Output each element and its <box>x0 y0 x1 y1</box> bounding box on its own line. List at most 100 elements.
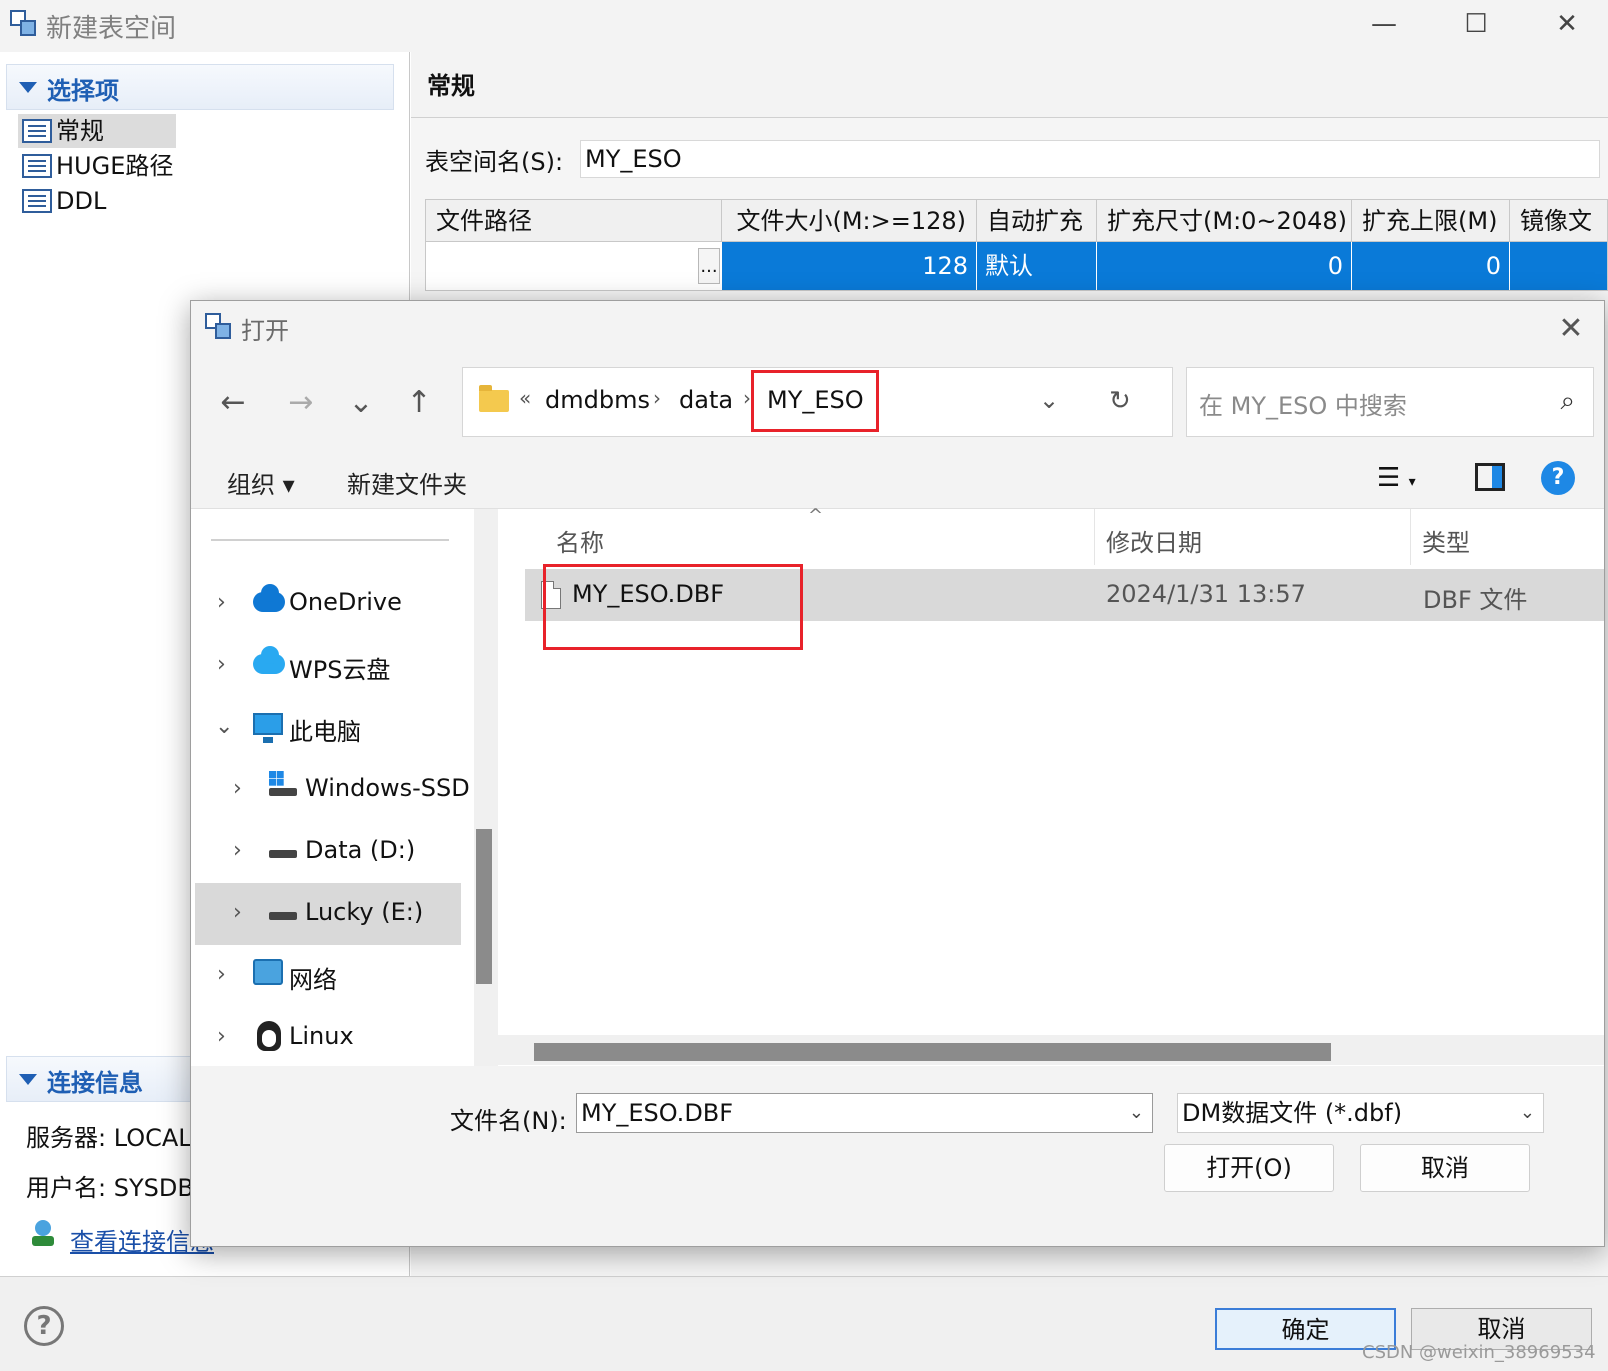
preview-pane-icon[interactable] <box>1475 463 1505 491</box>
list-icon <box>22 119 52 143</box>
column-header-date[interactable]: 修改日期 <box>1106 523 1202 558</box>
windows-drive-icon <box>269 788 297 796</box>
red-highlight-box <box>543 564 803 650</box>
tree-item-label: 网络 <box>289 966 337 994</box>
tree-item-wps-cloud[interactable]: › WPS云盘 <box>195 635 461 697</box>
open-dialog: 打开 ✕ ← → ⌄ ↑ « dmdbms › data › MY_ESO ⌄ … <box>190 300 1605 1247</box>
grid-cell-path[interactable] <box>426 242 721 290</box>
nav-item-label: HUGE路径 <box>56 152 174 180</box>
grid-header-ext-limit[interactable]: 扩充上限(M) <box>1352 200 1510 242</box>
grid-cell-mirror[interactable] <box>1510 242 1607 290</box>
help-icon[interactable]: ? <box>24 1306 64 1346</box>
address-bar[interactable]: « dmdbms › data › MY_ESO ⌄ ↻ <box>462 367 1173 437</box>
grid-cell-size[interactable]: 128 <box>722 242 977 290</box>
chevron-right-icon[interactable]: › <box>233 838 242 863</box>
column-header-type[interactable]: 类型 <box>1422 523 1470 558</box>
chevron-right-icon[interactable]: › <box>217 652 226 677</box>
tree-item-label: OneDrive <box>289 588 402 616</box>
tablespace-name-label: 表空间名(S): <box>425 148 564 176</box>
address-dropdown-icon[interactable]: ⌄ <box>1039 386 1059 414</box>
dialog-close-button[interactable]: ✕ <box>1549 307 1593 351</box>
grid-cell-ext-size[interactable]: 0 <box>1097 242 1352 290</box>
breadcrumb-overflow[interactable]: « <box>519 386 531 410</box>
chevron-down-icon[interactable]: ⌄ <box>215 714 233 739</box>
tree-item-windows-ssd[interactable]: › Windows-SSD <box>195 759 470 821</box>
grid-cell-ext-limit[interactable]: 0 <box>1352 242 1510 290</box>
grid-header-ext-size[interactable]: 扩充尺寸(M:0~2048) <box>1097 200 1352 242</box>
chevron-right-icon[interactable]: › <box>217 1024 226 1049</box>
nav-item-ddl[interactable]: DDL <box>18 184 176 218</box>
chevron-down-icon[interactable]: ⌄ <box>1129 1094 1144 1132</box>
tree-item-linux[interactable]: › Linux <box>195 1007 461 1066</box>
open-button[interactable]: 打开(O) <box>1164 1144 1334 1192</box>
computer-icon <box>253 713 283 743</box>
forward-arrow-icon[interactable]: → <box>279 379 323 427</box>
nav-item-general[interactable]: 常规 <box>18 114 176 148</box>
tree-item-label: Data (D:) <box>305 836 416 864</box>
back-arrow-icon[interactable]: ← <box>211 379 255 427</box>
file-date: 2024/1/31 13:57 <box>1106 580 1306 608</box>
grid-cell-auto[interactable]: 默认 <box>977 242 1097 290</box>
column-header-name[interactable]: 名称 <box>556 523 604 558</box>
general-header-label: 常规 <box>427 72 475 100</box>
sort-caret-icon: ^ <box>808 505 824 526</box>
filename-value: MY_ESO.DBF <box>581 1099 734 1127</box>
chevron-right-icon[interactable]: › <box>233 900 242 925</box>
horizontal-scrollbar[interactable] <box>498 1035 1604 1065</box>
datafile-grid: 文件路径 文件大小(M:>=128) 自动扩充 扩充尺寸(M:0~2048) 扩… <box>425 199 1608 291</box>
chevron-right-icon[interactable]: › <box>217 590 226 615</box>
chevron-down-icon[interactable]: ⌄ <box>1520 1094 1535 1132</box>
tree-item-label: Lucky (E:) <box>305 898 424 926</box>
column-separator[interactable] <box>1410 509 1411 565</box>
grid-header-path[interactable]: 文件路径 <box>426 200 722 242</box>
tree-scrollbar[interactable] <box>474 509 498 1066</box>
tree-item-label: Linux <box>289 1022 354 1050</box>
dialog-cancel-button[interactable]: 取消 <box>1360 1144 1530 1192</box>
grid-header-size[interactable]: 文件大小(M:>=128) <box>722 200 977 242</box>
chevron-right-icon[interactable]: › <box>233 776 242 801</box>
breadcrumb-dmdbms[interactable]: dmdbms <box>545 386 650 414</box>
breadcrumb-data[interactable]: data <box>679 386 733 414</box>
tree-item-this-pc[interactable]: ⌄ 此电脑 <box>195 697 461 759</box>
network-icon <box>253 959 283 985</box>
scrollbar-thumb[interactable] <box>476 829 492 984</box>
maximize-button[interactable]: ☐ <box>1454 6 1498 42</box>
tree-item-network[interactable]: › 网络 <box>195 945 461 1007</box>
up-arrow-icon[interactable]: ↑ <box>397 379 441 427</box>
options-section-header[interactable]: 选择项 <box>6 64 394 110</box>
chevron-right-icon[interactable]: › <box>217 962 226 987</box>
wps-cloud-icon <box>253 646 285 674</box>
tree-item-lucky-e[interactable]: › Lucky (E:) <box>195 883 461 945</box>
scrollbar-thumb[interactable] <box>534 1043 1331 1061</box>
minimize-button[interactable]: — <box>1362 6 1406 42</box>
search-box[interactable]: 在 MY_ESO 中搜索 ⌕ <box>1186 367 1594 437</box>
filetype-select[interactable]: DM数据文件 (*.dbf) ⌄ <box>1177 1093 1544 1133</box>
dialog-bottom: 文件名(N): MY_ESO.DBF ⌄ DM数据文件 (*.dbf) ⌄ 打开… <box>191 1066 1604 1246</box>
nav-item-huge-path[interactable]: HUGE路径 <box>18 149 176 183</box>
view-options-icon[interactable]: ☰ ▾ <box>1377 463 1416 493</box>
watermark: CSDN @weixin_38969534 <box>1362 1342 1596 1363</box>
filetype-value: DM数据文件 (*.dbf) <box>1182 1099 1403 1127</box>
column-separator[interactable] <box>1094 509 1095 565</box>
help-icon[interactable]: ? <box>1541 461 1575 495</box>
dialog-toolbar: 组织 ▾ 新建文件夹 ☰ ▾ ? <box>191 449 1604 509</box>
grid-header-mirror[interactable]: 镜像文 <box>1510 200 1607 242</box>
dialog-titlebar: 打开 ✕ <box>191 301 1604 357</box>
dialog-title: 打开 <box>241 317 289 345</box>
refresh-icon[interactable]: ↻ <box>1109 386 1131 416</box>
close-button[interactable]: ✕ <box>1545 6 1589 42</box>
tree-item-data-d[interactable]: › Data (D:) <box>195 821 461 883</box>
grid-header-auto[interactable]: 自动扩充 <box>977 200 1097 242</box>
tablespace-name-input[interactable]: MY_ESO <box>580 140 1600 178</box>
new-folder-button[interactable]: 新建文件夹 <box>347 465 467 500</box>
search-icon[interactable]: ⌕ <box>1560 386 1575 417</box>
recent-locations-chevron-icon[interactable]: ⌄ <box>339 379 383 427</box>
tree-item-label: WPS云盘 <box>289 656 391 684</box>
user-info: 用户名: SYSDB <box>26 1174 194 1202</box>
filename-input[interactable]: MY_ESO.DBF ⌄ <box>576 1093 1153 1133</box>
tree-item-onedrive[interactable]: › OneDrive <box>195 573 461 635</box>
main-titlebar: 新建表空间 — ☐ ✕ <box>0 0 1608 52</box>
browse-button[interactable]: ... <box>698 248 720 284</box>
organize-menu[interactable]: 组织 ▾ <box>227 465 295 500</box>
folder-icon <box>479 385 509 412</box>
